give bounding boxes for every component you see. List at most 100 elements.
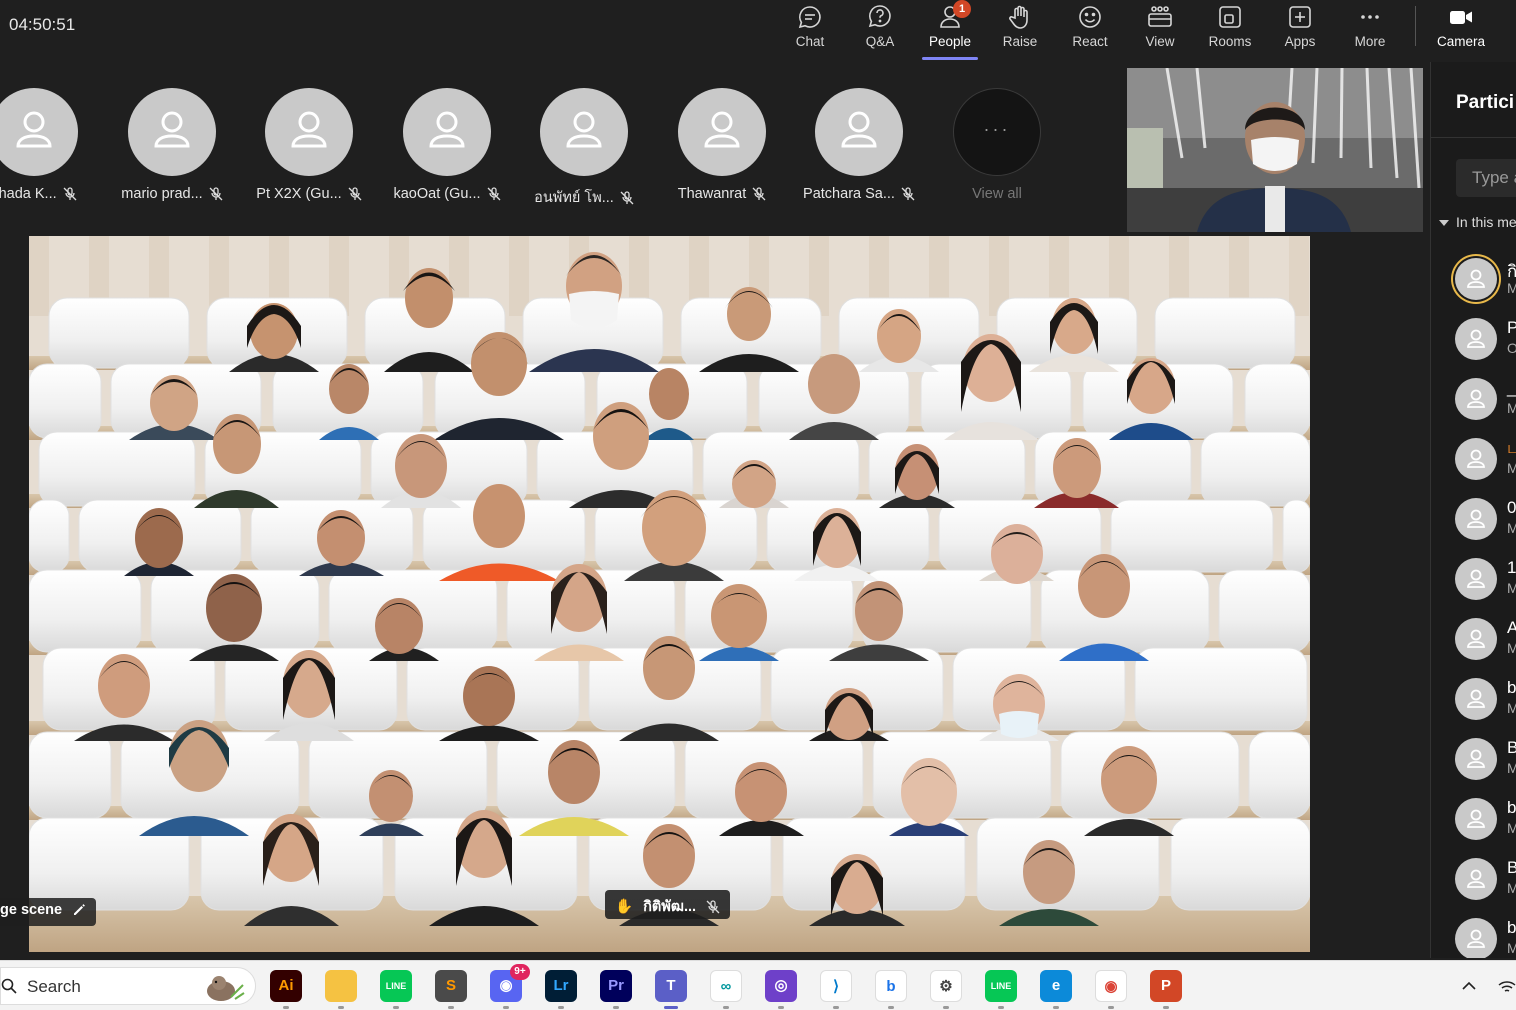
settings-icon[interactable]: ⚙	[930, 970, 962, 1002]
raise-hand-button[interactable]: Raise	[985, 0, 1055, 62]
person-icon	[1467, 569, 1485, 588]
illustrator-icon[interactable]: Ai	[270, 970, 302, 1002]
lightroom-icon[interactable]: Lr	[545, 970, 577, 1002]
participant-list-item[interactable]: 1M	[1455, 558, 1516, 608]
view-all-button[interactable]: ··· View all	[928, 88, 1066, 218]
participants-panel: Partici Type a In this me กิM PO _aM பM …	[1430, 62, 1516, 958]
mic-off-icon	[348, 187, 362, 201]
change-scene-button[interactable]: ge scene	[0, 898, 97, 926]
change-scene-label: ge scene	[0, 902, 63, 918]
participant-list-item[interactable]: bM	[1455, 918, 1516, 958]
participant-list-item[interactable]: PO	[1455, 318, 1516, 368]
person-icon	[566, 111, 602, 148]
participant-tile[interactable]: kaoOat (Gu...	[378, 88, 516, 218]
file-explorer-icon[interactable]	[325, 970, 357, 1002]
participant-search-input[interactable]: Type a	[1456, 159, 1516, 197]
running-indicator	[448, 1006, 454, 1009]
participant-list-item[interactable]: BM	[1455, 858, 1516, 908]
bing-icon[interactable]: b	[875, 970, 907, 1002]
person-icon	[841, 111, 877, 148]
participant-list-name: B	[1507, 738, 1516, 758]
person-icon	[1467, 929, 1485, 948]
participant-list-item[interactable]: AM	[1455, 618, 1516, 668]
participant-list-item[interactable]: bM	[1455, 678, 1516, 728]
avatar	[1455, 738, 1497, 780]
line-icon[interactable]: LINE	[380, 970, 412, 1002]
sublime-icon[interactable]: S	[435, 970, 467, 1002]
taskbar-search-box[interactable]: Search	[0, 967, 256, 1005]
avatar	[1455, 618, 1497, 660]
participant-tile[interactable]: Thawanrat	[653, 88, 791, 218]
caret-down-icon	[1439, 220, 1449, 227]
chat-button[interactable]: Chat	[775, 0, 845, 62]
network-icon[interactable]	[1498, 979, 1516, 995]
camera-label: Camera	[1436, 34, 1485, 49]
self-video-preview[interactable]	[1127, 68, 1423, 232]
github-icon[interactable]: ◎	[765, 970, 797, 1002]
person-icon	[1467, 629, 1485, 648]
person-icon	[1467, 449, 1485, 468]
camera-button[interactable]: Camera	[1426, 0, 1496, 62]
running-indicator	[1163, 1006, 1169, 1009]
search-highlight-icon	[207, 976, 245, 1001]
avatar	[815, 88, 903, 176]
panel-divider	[1431, 137, 1516, 138]
participant-list-name: P	[1507, 318, 1516, 338]
arduino-icon[interactable]: ∞	[710, 970, 742, 1002]
rooms-button[interactable]: Rooms	[1195, 0, 1265, 62]
in-this-meeting-section[interactable]: In this me	[1439, 214, 1516, 230]
participant-tile[interactable]: Patchara Sa...	[790, 88, 928, 218]
participant-list-item[interactable]: bM	[1455, 798, 1516, 848]
participant-tile[interactable]: chada K...	[0, 88, 103, 218]
person-icon	[1467, 329, 1485, 348]
participant-name: Thawanrat	[653, 186, 791, 202]
edge-icon[interactable]: e	[1040, 970, 1072, 1002]
participant-list-item[interactable]: பM	[1455, 438, 1516, 488]
participant-list-name: b	[1507, 798, 1516, 817]
teams-icon[interactable]: T	[655, 970, 687, 1002]
premiere-icon[interactable]: Pr	[600, 970, 632, 1002]
participant-list-item[interactable]: BM	[1455, 738, 1516, 788]
people-button[interactable]: 1 People	[915, 0, 985, 62]
chrome-icon[interactable]: ◉	[1095, 970, 1127, 1002]
running-indicator	[943, 1006, 949, 1009]
line-icon-2[interactable]: LINE	[985, 970, 1017, 1002]
participant-tile[interactable]: Pt X2X (Gu...	[240, 88, 378, 218]
running-indicator	[998, 1006, 1004, 1009]
view-button[interactable]: View	[1125, 0, 1195, 62]
mic-off-icon	[706, 900, 720, 914]
participant-strip: chada K... mario prad... Pt X2X (Gu... k…	[0, 62, 1127, 234]
running-indicator	[613, 1006, 619, 1009]
qa-button[interactable]: Q&A	[845, 0, 915, 62]
participant-list-item[interactable]: กิM	[1455, 258, 1516, 308]
avatar	[1455, 798, 1497, 840]
raise-hand-icon	[1009, 5, 1028, 29]
participant-list-status: M	[1507, 700, 1516, 716]
running-indicator	[778, 1006, 784, 1009]
person-icon	[1467, 269, 1485, 288]
participant-list-status: M	[1507, 400, 1516, 416]
participant-list-item[interactable]: 0M	[1455, 498, 1516, 548]
apps-button[interactable]: Apps	[1265, 0, 1335, 62]
participant-list-status: M	[1507, 280, 1516, 296]
person-icon	[429, 111, 465, 148]
react-button[interactable]: React	[1055, 0, 1125, 62]
participant-name: mario prad...	[103, 186, 241, 202]
participant-tile[interactable]: อนพัทย์ โพ...	[515, 88, 653, 218]
running-indicator	[393, 1006, 399, 1009]
person-icon	[1467, 389, 1485, 408]
participant-tile[interactable]: mario prad...	[103, 88, 241, 218]
running-indicator	[1053, 1006, 1059, 1009]
avatar	[1455, 258, 1497, 300]
chat-label: Chat	[795, 34, 825, 49]
vscode-icon[interactable]: ⟩	[820, 970, 852, 1002]
chevron-up-icon[interactable]	[1462, 981, 1476, 991]
participant-list-status: O	[1507, 340, 1516, 356]
raise-label: Raise	[1002, 34, 1038, 49]
more-button[interactable]: More	[1335, 0, 1405, 62]
participant-list-item[interactable]: _a M	[1455, 378, 1516, 428]
person-icon	[1467, 809, 1485, 828]
participant-list-status: M	[1507, 520, 1516, 536]
view-icon	[1148, 6, 1172, 27]
powerpoint-icon[interactable]: P	[1150, 970, 1182, 1002]
